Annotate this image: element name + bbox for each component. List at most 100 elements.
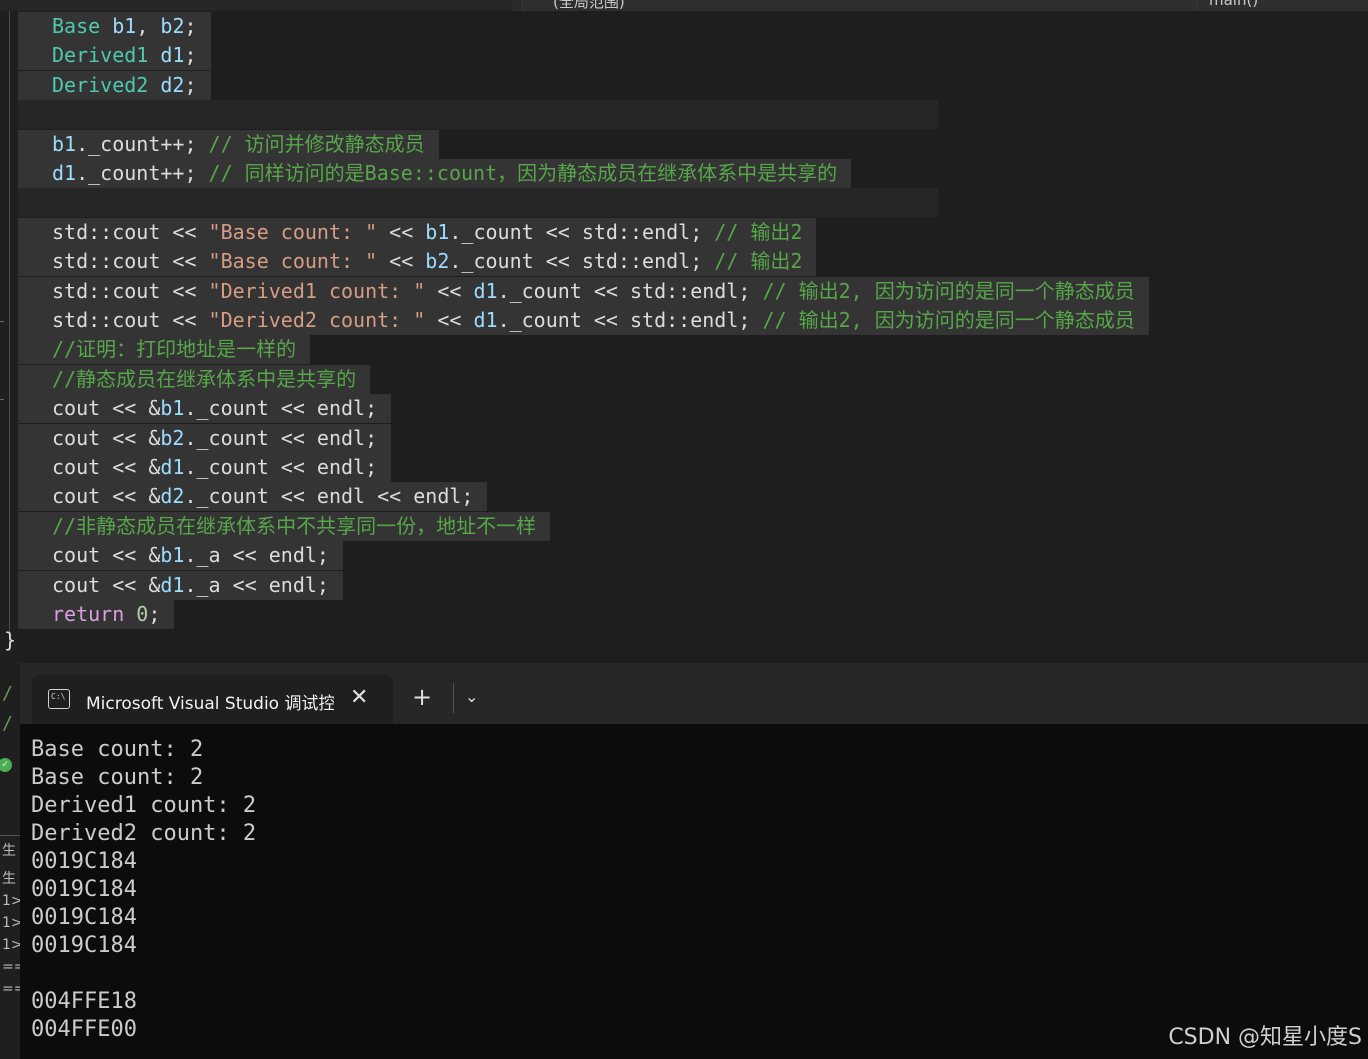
code-line[interactable]: Derived2 d2; bbox=[18, 70, 211, 100]
code-token: std::cout << bbox=[52, 278, 209, 303]
indent-guide bbox=[9, 11, 10, 651]
code-token: b1 bbox=[425, 219, 450, 244]
code-token: cout << & bbox=[52, 543, 161, 568]
close-tab-icon[interactable]: ✕ bbox=[350, 685, 368, 710]
console-icon bbox=[48, 689, 70, 709]
code-line[interactable]: Derived1 d1; bbox=[18, 41, 211, 71]
code-line-text: d1._count++; // 同样访问的是Base::count，因为静态成员… bbox=[18, 159, 852, 188]
code-line[interactable]: //非静态成员在继承体系中不共享同一份，地址不一样 bbox=[18, 511, 551, 541]
output-row-fragment: 1> bbox=[2, 893, 20, 909]
code-token: ._a << endl; bbox=[184, 572, 329, 597]
output-row-fragment: 1> bbox=[2, 915, 20, 931]
code-line[interactable]: cout << &b2._count << endl; bbox=[18, 423, 392, 453]
code-editor[interactable]: Base b1, b2; Derived1 d1; Derived2 d2; b1._… bbox=[18, 11, 1368, 663]
code-line[interactable]: //静态成员在继承体系中是共享的 bbox=[18, 364, 371, 394]
output-row-fragment: == bbox=[2, 981, 20, 997]
code-token: cout << & bbox=[52, 425, 161, 450]
code-token: //证明：打印地址是一样的 bbox=[52, 337, 297, 362]
code-line[interactable]: return 0; bbox=[18, 600, 175, 629]
code-token: //静态成员在继承体系中是共享的 bbox=[52, 366, 357, 391]
divider bbox=[0, 835, 20, 836]
gutter-marker bbox=[0, 321, 4, 322]
code-line[interactable]: //证明：打印地址是一样的 bbox=[18, 335, 311, 365]
code-token: "Base count: " bbox=[208, 249, 378, 274]
gutter-marker bbox=[0, 399, 4, 400]
function-label: main() bbox=[1209, 0, 1259, 9]
console-tab[interactable]: Microsoft Visual Studio 调试控制台 ✕ bbox=[32, 675, 393, 724]
code-token: cout << & bbox=[52, 572, 161, 597]
nav-scope-combo[interactable]: (全局范围) bbox=[522, 0, 1195, 11]
code-line[interactable]: cout << &d1._count << endl; bbox=[18, 453, 392, 482]
code-line-text: return 0; bbox=[18, 600, 175, 629]
code-line-text: //证明：打印地址是一样的 bbox=[18, 335, 311, 365]
code-token: ._count++; bbox=[76, 131, 209, 156]
code-line-text: Base b1, b2; bbox=[18, 12, 211, 41]
code-token: ; bbox=[148, 602, 161, 626]
code-line[interactable]: std::cout << "Derived2 count: " << d1._c… bbox=[18, 306, 1149, 335]
code-token: b2 bbox=[160, 425, 185, 450]
nav-project-combo[interactable] bbox=[0, 0, 512, 11]
code-token: d2 bbox=[160, 484, 185, 509]
code-token: ._count++; bbox=[76, 161, 209, 185]
code-line-text: cout << &b1._a << endl; bbox=[18, 541, 343, 571]
code-token: << bbox=[377, 249, 426, 274]
code-line[interactable]: b1._count++; // 访问并修改静态成员 bbox=[18, 129, 439, 159]
code-token: , bbox=[136, 14, 161, 38]
code-line[interactable]: Base b1, b2; bbox=[18, 12, 211, 41]
new-tab-icon[interactable]: + bbox=[412, 683, 432, 711]
chevron-down-icon[interactable]: ⌄ bbox=[465, 687, 478, 706]
code-token: b1 bbox=[112, 14, 137, 38]
code-token: // 同样访问的是Base::count，因为静态成员在继承体系中是共享的 bbox=[208, 161, 838, 185]
code-token: ._count << endl; bbox=[184, 455, 378, 479]
code-token: ; bbox=[184, 14, 197, 38]
code-token: ._count << endl << endl; bbox=[184, 484, 474, 509]
code-token: << bbox=[425, 278, 474, 303]
code-line[interactable]: cout << &b1._count << endl; bbox=[18, 394, 392, 424]
code-line-text: //静态成员在继承体系中是共享的 bbox=[18, 364, 371, 394]
code-token: std::cout << bbox=[52, 219, 209, 244]
code-token: 0 bbox=[136, 602, 149, 626]
code-line[interactable]: cout << &d1._a << endl; bbox=[18, 570, 343, 600]
code-token: d1 bbox=[52, 161, 77, 185]
code-token: d1 bbox=[473, 278, 498, 303]
code-line-text: cout << &b1._count << endl; bbox=[18, 394, 392, 424]
code-line[interactable] bbox=[18, 188, 938, 218]
code-token: cout << & bbox=[52, 396, 161, 421]
closing-brace: } bbox=[4, 628, 17, 652]
code-line[interactable]: std::cout << "Base count: " << b2._count… bbox=[18, 247, 817, 277]
code-line-text: std::cout << "Derived2 count: " << d1._c… bbox=[18, 306, 1149, 335]
code-line-text: std::cout << "Base count: " << b1._count… bbox=[18, 217, 817, 247]
nav-function-combo[interactable]: main() bbox=[1196, 0, 1368, 11]
code-line[interactable]: std::cout << "Base count: " << b1._count… bbox=[18, 217, 817, 247]
output-line: Base count: 2 bbox=[31, 737, 204, 762]
code-token: d1 bbox=[473, 308, 498, 332]
code-token: std::cout << bbox=[52, 308, 209, 332]
code-token: // 访问并修改静态成员 bbox=[208, 131, 425, 156]
code-line[interactable]: cout << &b1._a << endl; bbox=[18, 541, 343, 571]
output-row-fragment: 生 bbox=[2, 871, 16, 887]
output-row-fragment: == bbox=[2, 959, 20, 975]
code-line-text: Derived1 d1; bbox=[18, 41, 211, 71]
code-line-text: //非静态成员在继承体系中不共享同一份，地址不一样 bbox=[18, 511, 551, 541]
code-token: Base bbox=[52, 14, 113, 38]
code-token: b2 bbox=[160, 14, 185, 38]
output-line: 004FFE00 bbox=[31, 1017, 137, 1042]
code-token: ._count << std::endl; bbox=[449, 249, 715, 274]
code-token: // 输出2, 因为访问的是同一个静态成员 bbox=[762, 278, 1135, 303]
code-line[interactable]: cout << &d2._count << endl << endl; bbox=[18, 482, 488, 512]
output-row-fragment: 生 bbox=[2, 843, 16, 859]
code-line[interactable] bbox=[18, 100, 938, 130]
code-token: return bbox=[52, 602, 137, 626]
code-line-text: cout << &d1._a << endl; bbox=[18, 570, 343, 600]
scope-label: (全局范围) bbox=[553, 0, 625, 11]
code-token: b2 bbox=[425, 249, 450, 274]
code-line-text: Derived2 d2; bbox=[18, 70, 211, 100]
output-line: 0019C184 bbox=[31, 905, 137, 930]
side-fragment: / bbox=[2, 683, 13, 704]
code-line-text: std::cout << "Derived1 count: " << d1._c… bbox=[18, 276, 1149, 306]
code-token: "Derived2 count: " bbox=[208, 308, 426, 332]
code-line[interactable]: std::cout << "Derived1 count: " << d1._c… bbox=[18, 276, 1149, 306]
code-line[interactable]: d1._count++; // 同样访问的是Base::count，因为静态成员… bbox=[18, 159, 852, 188]
output-line: 0019C184 bbox=[31, 849, 137, 874]
code-line-text: b1._count++; // 访问并修改静态成员 bbox=[18, 129, 439, 159]
